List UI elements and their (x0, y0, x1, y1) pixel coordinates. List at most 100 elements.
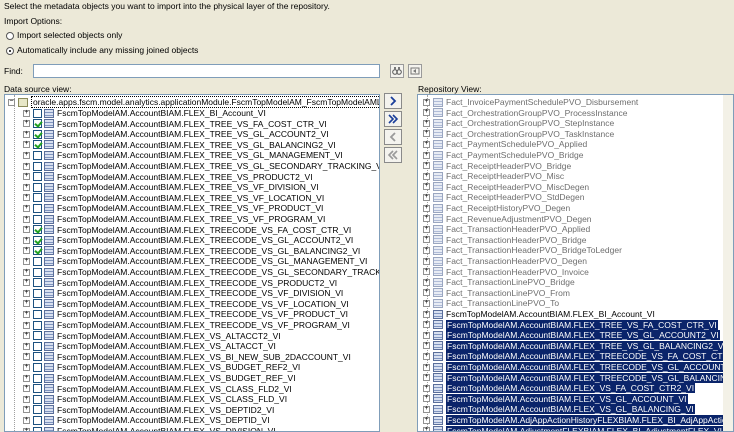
item-checkbox[interactable] (33, 309, 42, 319)
repository-item-label[interactable]: FscmTopModelAM.AdjustmentFLEXBIAM.FLEX_B… (446, 425, 723, 431)
repository-item[interactable]: + FscmTopModelAM.AccountBIAM.FLEX_TREECOD… (423, 351, 733, 362)
repository-item[interactable]: + Fact_RevenueAdjustmentPVO_Degen (423, 214, 592, 224)
item-checkbox[interactable] (33, 331, 42, 341)
data-source-item-label[interactable]: FscmTopModelAM.AccountBIAM.FLEX_TREE_VS_… (57, 172, 313, 182)
expand-icon[interactable]: + (23, 151, 30, 159)
data-source-item-label[interactable]: FscmTopModelAM.AccountBIAM.FLEX_VS_DEPTI… (57, 415, 270, 425)
repository-item-label[interactable]: Fact_RevenueAdjustmentPVO_Degen (446, 214, 592, 224)
data-source-item-label[interactable]: FscmTopModelAM.AccountBIAM.FLEX_TREECODE… (57, 256, 367, 266)
repository-item-label[interactable]: Fact_TransactionHeaderPVO_Degen (446, 256, 587, 266)
item-checkbox[interactable] (33, 129, 42, 139)
expand-icon[interactable]: + (423, 257, 430, 265)
data-source-item[interactable]: + FscmTopModelAM.AccountBIAM.FLEX_VS_ALTA… (23, 331, 281, 341)
expand-icon[interactable]: + (423, 278, 430, 286)
data-source-item[interactable]: + FscmTopModelAM.AccountBIAM.FLEX_TREE_VS… (23, 182, 319, 192)
repository-item[interactable]: + FscmTopModelAM.AccountBIAM.FLEX_TREECOD… (423, 362, 733, 372)
repository-item-label[interactable]: FscmTopModelAM.AccountBIAM.FLEX_TREE_VS_… (446, 330, 720, 341)
radio-auto-include-joined-label[interactable]: Automatically include any missing joined… (17, 45, 198, 56)
data-source-item-label[interactable]: FscmTopModelAM.AccountBIAM.FLEX_TREE_VS_… (57, 182, 319, 192)
repository-item[interactable]: + Fact_InvoicePaymentSchedulePVO_Disburse… (423, 97, 638, 107)
data-source-item-label[interactable]: FscmTopModelAM.AccountBIAM.FLEX_TREECODE… (57, 225, 351, 235)
repository-item-label[interactable]: Fact_TransactionLinePVO_Bridge (446, 277, 575, 287)
data-source-tree[interactable]: − oracle.apps.fscm.model.analytics.appli… (4, 94, 380, 432)
data-source-item[interactable]: + FscmTopModelAM.AccountBIAM.FLEX_VS_DEPT… (23, 415, 270, 425)
data-source-item-label[interactable]: FscmTopModelAM.AccountBIAM.FLEX_TREECODE… (57, 320, 350, 330)
data-source-item-label[interactable]: FscmTopModelAM.AccountBIAM.FLEX_VS_BI_NE… (57, 352, 351, 362)
expand-icon[interactable]: + (423, 162, 430, 170)
repository-item-label[interactable]: Fact_PaymentSchedulePVO_Bridge (446, 150, 584, 160)
data-source-item-label[interactable]: FscmTopModelAM.AccountBIAM.FLEX_TREECODE… (57, 267, 379, 277)
repository-item-label[interactable]: FscmTopModelAM.AccountBIAM.FLEX_VS_FA_CO… (446, 383, 696, 394)
data-source-item[interactable]: + FscmTopModelAM.AccountBIAM.FLEX_VS_BUDG… (23, 373, 296, 383)
repository-item[interactable]: + FscmTopModelAM.AccountBIAM.FLEX_TREE_VS… (423, 330, 720, 341)
expand-icon[interactable]: + (423, 352, 430, 360)
expand-icon[interactable]: + (423, 289, 430, 297)
repository-item[interactable]: + FscmTopModelAM.AdjustmentFLEXBIAM.FLEX_… (423, 425, 723, 431)
repository-item[interactable]: + Fact_ReceiptHeaderPVO_Misc (423, 171, 564, 181)
repository-item-label[interactable]: Fact_ReceiptHeaderPVO_StdDegen (446, 192, 584, 202)
data-source-item[interactable]: + FscmTopModelAM.AccountBIAM.FLEX_TREE_VS… (23, 119, 327, 129)
data-source-item-label[interactable]: FscmTopModelAM.AccountBIAM.FLEX_TREE_VS_… (57, 119, 327, 129)
data-source-item[interactable]: + FscmTopModelAM.AccountBIAM.FLEX_TREECOD… (23, 267, 379, 277)
item-checkbox[interactable] (33, 320, 42, 330)
expand-icon[interactable]: + (23, 342, 30, 350)
item-checkbox[interactable] (33, 140, 42, 150)
data-source-item[interactable]: + FscmTopModelAM.AccountBIAM.FLEX_TREECOD… (23, 320, 350, 330)
repository-item[interactable]: + FscmTopModelAM.AccountBIAM.FLEX_VS_GL_A… (423, 393, 688, 404)
data-source-item[interactable]: + FscmTopModelAM.AccountBIAM.FLEX_VS_DIVI… (23, 426, 276, 431)
remove-all-button[interactable] (384, 147, 402, 163)
radio-auto-include-joined[interactable] (6, 47, 14, 55)
expand-icon[interactable]: + (23, 289, 30, 297)
data-source-item-label[interactable]: FscmTopModelAM.AccountBIAM.FLEX_VS_ALTAC… (57, 331, 281, 341)
repository-item[interactable]: + Fact_TransactionHeaderPVO_Degen (423, 256, 587, 266)
expand-icon[interactable]: + (423, 342, 430, 350)
repository-item-label[interactable]: Fact_TransactionHeaderPVO_Invoice (446, 267, 589, 277)
repository-item-label[interactable]: FscmTopModelAM.AccountBIAM.FLEX_VS_GL_BA… (446, 404, 695, 415)
expand-icon[interactable]: + (23, 257, 30, 265)
data-source-item[interactable]: + FscmTopModelAM.AccountBIAM.FLEX_TREECOD… (23, 225, 351, 235)
expand-icon[interactable]: + (23, 300, 30, 308)
item-checkbox[interactable] (33, 193, 42, 203)
item-checkbox[interactable] (33, 108, 42, 118)
item-checkbox[interactable] (33, 225, 42, 235)
item-checkbox[interactable] (33, 150, 42, 160)
repository-item[interactable]: + Fact_OrchestrationGroupPVO_ProcessInsta… (423, 108, 627, 118)
data-source-item[interactable]: + FscmTopModelAM.AccountBIAM.FLEX_VS_BUDG… (23, 362, 300, 372)
data-source-item-label[interactable]: FscmTopModelAM.AccountBIAM.FLEX_TREE_VS_… (57, 193, 324, 203)
repository-item[interactable]: + FscmTopModelAM.AccountBIAM.FLEX_BI_Acco… (423, 309, 655, 319)
find-input[interactable] (33, 64, 380, 78)
data-source-item-label[interactable]: FscmTopModelAM.AccountBIAM.FLEX_TREECODE… (57, 288, 343, 298)
expand-icon[interactable]: + (423, 268, 430, 276)
repository-item[interactable]: + FscmTopModelAM.AdjAppActionHistoryFLEXB… (423, 415, 733, 425)
repository-item-label[interactable]: Fact_ReceiptHistoryPVO_Degen (446, 203, 570, 213)
data-source-item-label[interactable]: FscmTopModelAM.AccountBIAM.FLEX_VS_DEPTI… (57, 405, 274, 415)
data-source-item-label[interactable]: FscmTopModelAM.AccountBIAM.FLEX_TREECODE… (57, 235, 353, 245)
expand-icon[interactable]: + (23, 268, 30, 276)
repository-item-label[interactable]: Fact_OrchestrationGroupPVO_StepInstance (446, 118, 614, 128)
data-source-item[interactable]: + FscmTopModelAM.AccountBIAM.FLEX_VS_DEPT… (23, 405, 274, 415)
repository-item-label[interactable]: FscmTopModelAM.AdjAppActionHistoryFLEXBI… (446, 415, 733, 425)
expand-icon[interactable]: + (23, 363, 30, 371)
expand-icon[interactable]: + (423, 405, 430, 413)
expand-icon[interactable]: + (23, 162, 30, 170)
repository-item-label[interactable]: FscmTopModelAM.AccountBIAM.FLEX_TREECODE… (446, 351, 733, 362)
expand-icon[interactable]: + (423, 321, 430, 329)
item-checkbox[interactable] (33, 288, 42, 298)
data-source-item[interactable]: + FscmTopModelAM.AccountBIAM.FLEX_TREE_VS… (23, 140, 336, 150)
expand-icon[interactable]: + (23, 406, 30, 414)
repository-item-label[interactable]: Fact_OrchestrationGroupPVO_TaskInstance (446, 129, 614, 139)
repository-item[interactable]: + FscmTopModelAM.AccountBIAM.FLEX_TREE_VS… (423, 340, 727, 351)
item-checkbox[interactable] (33, 405, 42, 415)
find-previous-button[interactable] (408, 64, 422, 78)
expand-icon[interactable]: + (23, 353, 30, 361)
repository-item-label[interactable]: Fact_InvoicePaymentSchedulePVO_Disbursem… (446, 97, 638, 107)
repository-item[interactable]: + FscmTopModelAM.AccountBIAM.FLEX_VS_FA_C… (423, 383, 696, 394)
data-source-item[interactable]: + FscmTopModelAM.AccountBIAM.FLEX_TREECOD… (23, 288, 343, 298)
expand-icon[interactable]: + (23, 120, 30, 128)
expand-icon[interactable]: + (423, 310, 430, 318)
data-source-item-label[interactable]: FscmTopModelAM.AccountBIAM.FLEX_VS_CLASS… (57, 384, 292, 394)
data-source-item-label[interactable]: FscmTopModelAM.AccountBIAM.FLEX_TREECODE… (57, 299, 349, 309)
data-source-item-label[interactable]: FscmTopModelAM.AccountBIAM.FLEX_VS_DIVIS… (57, 426, 276, 431)
data-source-item[interactable]: + FscmTopModelAM.AccountBIAM.FLEX_TREE_VS… (23, 150, 343, 160)
data-source-item-label[interactable]: FscmTopModelAM.AccountBIAM.FLEX_VS_CLASS… (57, 394, 287, 404)
